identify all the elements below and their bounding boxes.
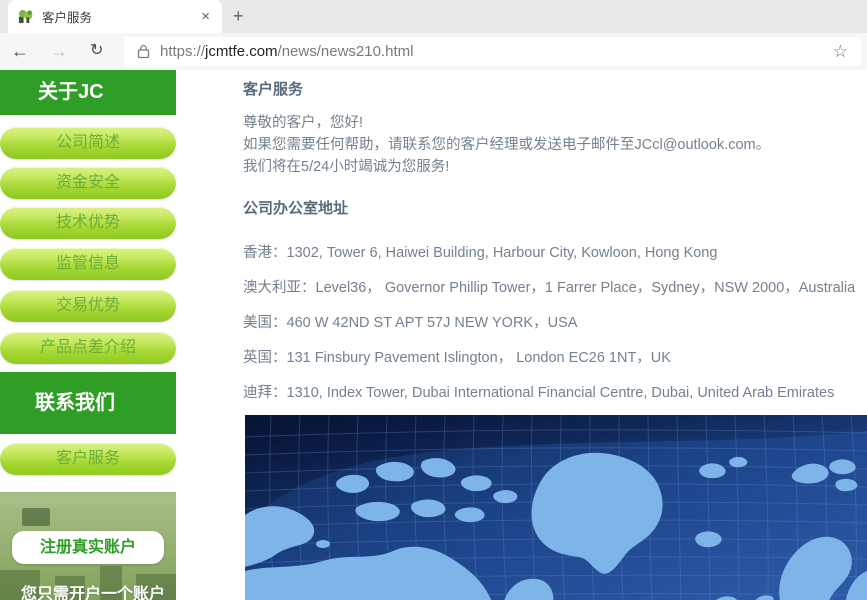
promo-caption: 您只需开户一个账户 (21, 580, 165, 600)
new-tab-icon[interactable]: + (233, 6, 244, 27)
promo-building-silhouette (22, 508, 50, 526)
sidebar-item-trading-advantage[interactable]: 交易优势 (0, 290, 176, 322)
address-text: 131 Finsbury Pavement Islington， London … (287, 350, 671, 366)
url-host: jcmtfe.com (205, 43, 278, 60)
browser-toolbar: ← → ↻ https://jcmtfe.com/news/news210.ht… (0, 33, 867, 70)
address-label: 英国： (243, 350, 287, 366)
sidebar-item-product-spread[interactable]: 产品点差介绍 (0, 332, 176, 364)
address-text: 1310, Index Tower, Dubai International F… (287, 385, 835, 401)
back-icon[interactable]: ← (11, 39, 29, 63)
world-map-image (245, 415, 867, 600)
sidebar-item-tech-advantage[interactable]: 技术优势 (0, 207, 176, 239)
register-account-button[interactable]: 注册真实账户 (12, 531, 164, 564)
address-row: 迪拜：1310, Index Tower, Dubai Internationa… (243, 376, 855, 411)
address-text: 1302, Tower 6, Haiwei Building, Harbour … (287, 245, 718, 261)
address-row: 英国：131 Finsbury Pavement Islington， Lond… (243, 341, 855, 376)
address-heading: 公司办公室地址 (243, 197, 348, 218)
site-favicon-icon (18, 9, 33, 24)
tab-strip: 客户服务 × + (0, 0, 867, 33)
refresh-icon[interactable]: ↻ (90, 39, 103, 63)
forward-icon: → (50, 39, 68, 63)
address-label: 美国： (243, 315, 287, 331)
address-row: 澳大利亚：Level36， Governor Phillip Tower，1 F… (243, 271, 855, 306)
intro-paragraph: 尊敬的客户，您好! 如果您需要任何帮助，请联系您的客户经理或发送电子邮件至JCc… (243, 112, 770, 178)
sidebar-item-company-profile[interactable]: 公司简述 (0, 127, 176, 159)
address-list: 香港：1302, Tower 6, Haiwei Building, Harbo… (243, 236, 855, 411)
address-row: 美国：460 W 42ND ST APT 57J NEW YORK，USA (243, 306, 855, 341)
sidebar-item-fund-safety[interactable]: 资金安全 (0, 167, 176, 199)
sidebar-item-regulation-info[interactable]: 监管信息 (0, 248, 176, 280)
address-row: 香港：1302, Tower 6, Haiwei Building, Harbo… (243, 236, 855, 271)
browser-window: 客户服务 × + ← → ↻ https://jcmtfe.com/news/n… (0, 0, 867, 600)
sidebar-item-customer-service[interactable]: 客户服务 (0, 443, 176, 475)
address-label: 香港： (243, 245, 287, 261)
address-bar[interactable]: https://jcmtfe.com/news/news210.html ☆ (124, 37, 861, 66)
sidebar-section-title-about: 关于JC (0, 70, 176, 115)
page-title: 客户服务 (243, 78, 303, 99)
address-label: 澳大利亚： (243, 280, 316, 296)
promo-panel: 注册真实账户 您只需开户一个账户 (0, 492, 176, 600)
url-path: /news/news210.html (278, 43, 414, 60)
address-text: 460 W 42ND ST APT 57J NEW YORK，USA (287, 315, 578, 331)
address-label: 迪拜： (243, 385, 287, 401)
intro-line: 我们将在5/24小时竭诚为您服务! (243, 156, 770, 178)
browser-tab[interactable]: 客户服务 × (8, 0, 222, 33)
tab-title: 客户服务 (42, 7, 199, 26)
favorite-star-icon[interactable]: ☆ (833, 43, 848, 60)
url-scheme: https:// (160, 43, 205, 60)
lock-icon (137, 44, 150, 59)
intro-line: 尊敬的客户，您好! (243, 112, 770, 134)
intro-line: 如果您需要任何帮助，请联系您的客户经理或发送电子邮件至JCcl@outlook.… (243, 134, 770, 156)
tab-close-icon[interactable]: × (199, 9, 212, 24)
address-text: Level36， Governor Phillip Tower，1 Farrer… (316, 280, 856, 296)
url-text: https://jcmtfe.com/news/news210.html (160, 43, 413, 60)
sidebar-section-title-contact: 联系我们 (0, 372, 176, 434)
